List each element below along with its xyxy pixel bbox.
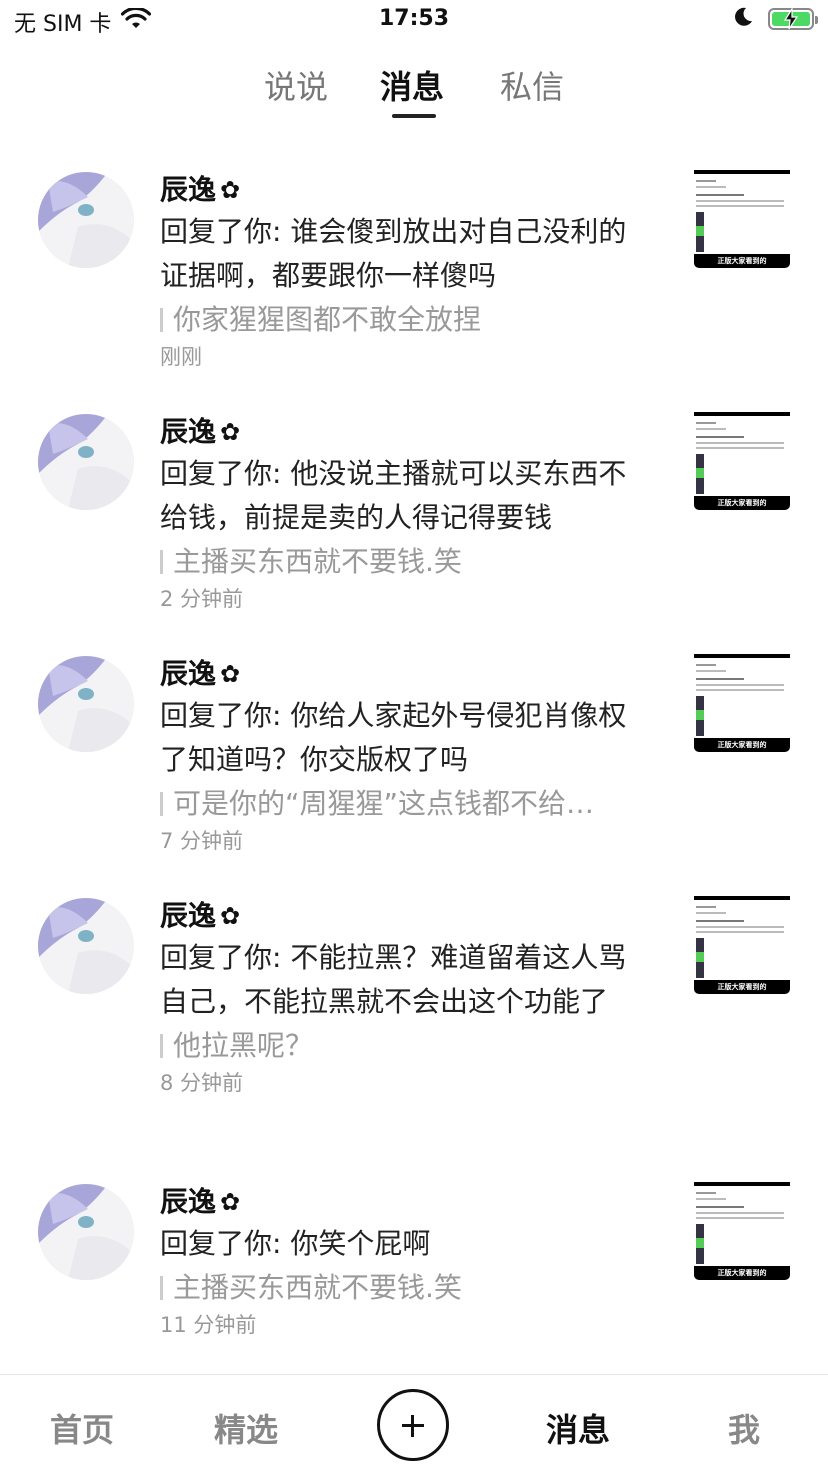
quote-bar — [160, 1034, 163, 1058]
post-thumbnail[interactable]: 正版大家看到的 — [694, 896, 790, 994]
tab-shuoshuo[interactable]: 说说 — [264, 62, 328, 108]
message-content: 辰逸 ✿ 回复了你: 你给人家起外号侵犯肖像权了知道吗？你交版权了吗 可是你的“… — [160, 654, 640, 856]
sender-name[interactable]: 辰逸 ✿ — [160, 654, 640, 694]
post-thumbnail[interactable]: 正版大家看到的 — [694, 170, 790, 268]
thumbnail-caption: 正版大家看到的 — [694, 1266, 790, 1280]
sender-name-text: 辰逸 — [160, 173, 217, 206]
post-thumbnail[interactable]: 正版大家看到的 — [694, 412, 790, 510]
sender-name-text: 辰逸 — [160, 899, 217, 932]
flower-icon: ✿ — [220, 1188, 241, 1216]
reply-text: 回复了你: 不能拉黑？难道留着这人骂自己，不能拉黑就不会出这个功能了 — [160, 941, 627, 1018]
thumbnail-caption: 正版大家看到的 — [694, 738, 790, 752]
quoted-comment: 可是你的“周猩猩”这点钱都不给… — [160, 782, 640, 826]
quote-bar — [160, 550, 163, 574]
thumbnail-caption: 正版大家看到的 — [694, 980, 790, 994]
message-content: 辰逸 ✿ 回复了你: 不能拉黑？难道留着这人骂自己，不能拉黑就不会出这个功能了 … — [160, 896, 640, 1098]
flower-icon: ✿ — [220, 660, 241, 688]
sender-name[interactable]: 辰逸 ✿ — [160, 1182, 640, 1222]
quoted-comment: 主播买东西就不要钱.笑 — [160, 540, 640, 584]
post-thumbnail[interactable]: 正版大家看到的 — [694, 1182, 790, 1280]
list-item[interactable]: 辰逸 ✿ 回复了你: 他没说主播就可以买东西不给钱，前提是卖的人得记得要钱 主播… — [0, 402, 828, 632]
tab-messages[interactable]: 消息 — [380, 62, 444, 108]
reply-text: 回复了你: 他没说主播就可以买东西不给钱，前提是卖的人得记得要钱 — [160, 457, 627, 534]
quoted-comment-text: 主播买东西就不要钱.笑 — [173, 545, 462, 578]
sender-name[interactable]: 辰逸 ✿ — [160, 896, 640, 936]
quoted-comment: 主播买东西就不要钱.笑 — [160, 1266, 640, 1310]
plus-icon[interactable] — [377, 1389, 449, 1461]
flower-icon: ✿ — [220, 418, 241, 446]
avatar[interactable] — [38, 1184, 134, 1280]
post-thumbnail[interactable]: 正版大家看到的 — [694, 654, 790, 752]
quote-bar — [160, 1276, 163, 1300]
nav-messages[interactable]: 消息 — [546, 1405, 610, 1451]
active-tab-indicator — [392, 114, 436, 118]
timestamp: 11 分钟前 — [160, 1313, 257, 1337]
tab-private-messages[interactable]: 私信 — [500, 62, 564, 108]
reply-text: 回复了你: 你笑个屁啊 — [160, 1227, 431, 1260]
timestamp: 7 分钟前 — [160, 829, 244, 853]
list-item[interactable]: 辰逸 ✿ 回复了你: 谁会傻到放出对自己没利的证据啊，都要跟你一样傻吗 你家猩猩… — [0, 160, 828, 390]
message-content: 辰逸 ✿ 回复了你: 他没说主播就可以买东西不给钱，前提是卖的人得记得要钱 主播… — [160, 412, 640, 614]
list-item[interactable]: 辰逸 ✿ 回复了你: 你笑个屁啊 主播买东西就不要钱.笑 11 分钟前 正版大家… — [0, 1172, 828, 1372]
status-bar: 无 SIM 卡 17:53 — [0, 0, 828, 44]
quoted-comment-text: 你家猩猩图都不敢全放捏 — [173, 303, 482, 336]
sender-name[interactable]: 辰逸 ✿ — [160, 412, 640, 452]
bottom-nav: 首页 精选 消息 我 — [0, 1374, 828, 1472]
avatar[interactable] — [38, 172, 134, 268]
avatar[interactable] — [38, 898, 134, 994]
list-item[interactable]: 辰逸 ✿ 回复了你: 你给人家起外号侵犯肖像权了知道吗？你交版权了吗 可是你的“… — [0, 644, 828, 874]
top-tabs: 说说 消息 私信 — [0, 62, 828, 122]
timestamp: 刚刚 — [160, 345, 202, 369]
moon-icon — [732, 6, 754, 32]
avatar[interactable] — [38, 414, 134, 510]
nav-featured[interactable]: 精选 — [214, 1405, 278, 1451]
clock: 17:53 — [378, 6, 450, 31]
thumbnail-caption: 正版大家看到的 — [694, 254, 790, 268]
message-content: 辰逸 ✿ 回复了你: 你笑个屁啊 主播买东西就不要钱.笑 11 分钟前 — [160, 1182, 640, 1340]
timestamp: 8 分钟前 — [160, 1071, 244, 1095]
nav-home[interactable]: 首页 — [50, 1405, 114, 1451]
thumbnail-caption: 正版大家看到的 — [694, 496, 790, 510]
message-content: 辰逸 ✿ 回复了你: 谁会傻到放出对自己没利的证据啊，都要跟你一样傻吗 你家猩猩… — [160, 170, 640, 372]
quoted-comment-text: 可是你的“周猩猩”这点钱都不给… — [173, 787, 595, 820]
sender-name-text: 辰逸 — [160, 657, 217, 690]
reply-text: 回复了你: 你给人家起外号侵犯肖像权了知道吗？你交版权了吗 — [160, 699, 627, 776]
list-item[interactable]: 辰逸 ✿ 回复了你: 不能拉黑？难道留着这人骂自己，不能拉黑就不会出这个功能了 … — [0, 886, 828, 1160]
quoted-comment: 他拉黑呢？ — [160, 1024, 640, 1068]
nav-me[interactable]: 我 — [728, 1405, 760, 1451]
avatar[interactable] — [38, 656, 134, 752]
quoted-comment-text: 主播买东西就不要钱.笑 — [173, 1271, 462, 1304]
sender-name[interactable]: 辰逸 ✿ — [160, 170, 640, 210]
flower-icon: ✿ — [220, 176, 241, 204]
battery-charging-icon — [768, 8, 818, 30]
reply-text: 回复了你: 谁会傻到放出对自己没利的证据啊，都要跟你一样傻吗 — [160, 215, 627, 292]
quote-bar — [160, 792, 163, 816]
quoted-comment: 你家猩猩图都不敢全放捏 — [160, 298, 640, 342]
status-icons — [732, 6, 818, 32]
sender-name-text: 辰逸 — [160, 415, 217, 448]
quoted-comment-text: 他拉黑呢？ — [173, 1029, 314, 1062]
sender-name-text: 辰逸 — [160, 1185, 217, 1218]
quote-bar — [160, 308, 163, 332]
timestamp: 2 分钟前 — [160, 587, 244, 611]
flower-icon: ✿ — [220, 902, 241, 930]
